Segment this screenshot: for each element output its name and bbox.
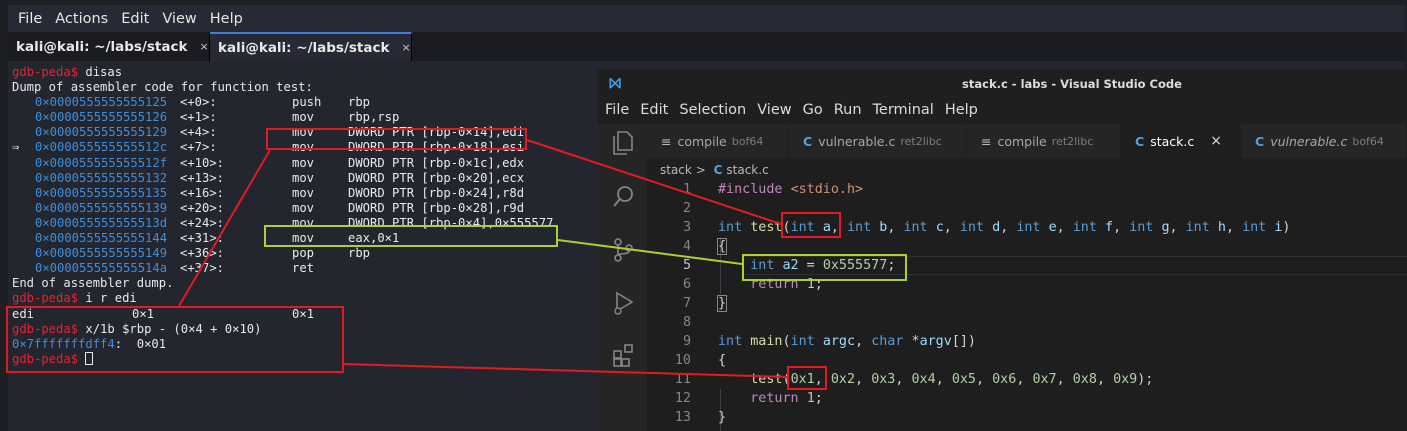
annotation-arrows [178,139,788,378]
arrow-line [343,363,788,378]
arrow-line [557,239,743,265]
arrow-line [178,149,271,307]
arrow-line [526,139,782,225]
